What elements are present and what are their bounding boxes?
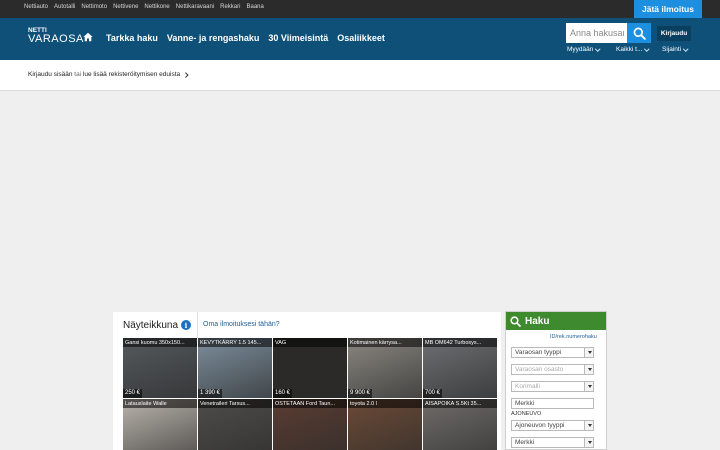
logo-bottom-text: VARAOSA bbox=[28, 33, 84, 45]
showcase-item[interactable]: OSTETAAN Ford Taun... bbox=[273, 399, 347, 450]
post-ad-button[interactable]: Jätä ilmoitus bbox=[634, 0, 702, 18]
network-links: Nettiauto Autotalli Nettimoto Nettivene … bbox=[24, 4, 264, 10]
item-caption: Kotimainen kärrysa... bbox=[348, 338, 422, 347]
filter-all-types[interactable]: Kaikki t... bbox=[616, 46, 650, 53]
network-link-nettiauto[interactable]: Nettiauto bbox=[24, 4, 48, 10]
search-input[interactable] bbox=[566, 23, 628, 43]
network-link-nettikone[interactable]: Nettikone bbox=[144, 4, 169, 10]
chevron-down-icon bbox=[683, 46, 689, 51]
brand-value: Merkki bbox=[515, 400, 535, 407]
network-link-nettikaravaani[interactable]: Nettikaravaani bbox=[176, 4, 214, 10]
showcase-item[interactable]: Latauslaite Walle bbox=[123, 399, 197, 450]
search-panel: Haku ID/rek.numerohaku Varaosan tyyppi V… bbox=[505, 311, 607, 450]
site-header: NETTI VARAOSA Tarkka haku Vanne- ja reng… bbox=[0, 18, 720, 60]
info-icon[interactable]: i bbox=[181, 320, 191, 330]
item-price: 250 € bbox=[123, 389, 143, 398]
nav-part-shops[interactable]: Osaliikkeet bbox=[337, 33, 385, 43]
registration-benefits-link[interactable]: lue lisää rekisteröitymisen eduista bbox=[83, 71, 180, 78]
filter-for-sale[interactable]: Myydään bbox=[567, 46, 601, 53]
vehicle-type-select[interactable]: Ajoneuvon tyyppi bbox=[511, 420, 594, 431]
showcase-item[interactable]: toyota 2.0 l bbox=[348, 399, 422, 450]
home-icon[interactable] bbox=[83, 32, 93, 42]
part-type-value: Varaosan tyyppi bbox=[515, 349, 562, 356]
vehicle-brand-select[interactable]: Merkki bbox=[511, 437, 594, 448]
item-caption: VAG bbox=[273, 338, 347, 347]
login-button[interactable]: Kirjaudu bbox=[657, 26, 691, 41]
network-link-nettivene[interactable]: Nettivene bbox=[113, 4, 138, 10]
site-logo[interactable]: NETTI VARAOSA bbox=[28, 27, 84, 45]
divider bbox=[197, 312, 198, 338]
filter-for-sale-label: Myydään bbox=[567, 46, 594, 53]
network-link-baana[interactable]: Baana bbox=[246, 4, 263, 10]
chevron-down-icon bbox=[584, 421, 593, 430]
item-price: 9 900 € bbox=[348, 389, 373, 398]
item-caption: Venetraileri Tarsus... bbox=[198, 399, 272, 408]
filter-location-label: Sijainti bbox=[662, 46, 682, 53]
item-caption: MB OM642 Turbosys... bbox=[423, 338, 497, 347]
showcase-item[interactable]: VAG 160 € bbox=[273, 338, 347, 398]
login-prompt: Kirjaudu sisään tai lue lisää rekisteröi… bbox=[28, 71, 189, 78]
showcase-item[interactable]: Gansi kuomu 350x150... 250 € bbox=[123, 338, 197, 398]
vehicle-brand-value: Merkki bbox=[515, 439, 535, 446]
showcase-item[interactable]: AISAPOIKA S.5Kt 35... bbox=[423, 399, 497, 450]
showcase-title: Näyteikkuna bbox=[123, 320, 179, 331]
chevron-down-icon bbox=[584, 438, 593, 447]
item-caption: Latauslaite Walle bbox=[123, 399, 197, 408]
nav-wheel-tire-search[interactable]: Vanne- ja rengashaku bbox=[167, 33, 260, 43]
chevron-right-icon bbox=[183, 71, 189, 77]
network-link-nettimoto[interactable]: Nettimoto bbox=[81, 4, 107, 10]
brand-input[interactable]: Merkki bbox=[511, 398, 594, 409]
item-caption: toyota 2.0 l bbox=[348, 399, 422, 408]
chevron-down-icon bbox=[595, 46, 601, 51]
network-link-rekkari[interactable]: Rekkari bbox=[220, 4, 240, 10]
showcase-item[interactable]: KEVYTKÄRRY 1.5 145... 1 390 € bbox=[198, 338, 272, 398]
body-type-value: Korimalli bbox=[515, 383, 540, 390]
part-category-select[interactable]: Varaosan osasto bbox=[511, 364, 594, 375]
login-strip: Kirjaudu sisään tai lue lisää rekisteröi… bbox=[0, 60, 720, 91]
item-price: 160 € bbox=[273, 389, 293, 398]
chevron-down-icon bbox=[584, 348, 593, 357]
network-bar: Nettiauto Autotalli Nettimoto Nettivene … bbox=[0, 0, 720, 18]
filter-location[interactable]: Sijainti bbox=[662, 46, 689, 53]
item-caption: AISAPOIKA S.5Kt 35... bbox=[423, 399, 497, 408]
chevron-down-icon bbox=[584, 382, 593, 391]
vehicle-type-value: Ajoneuvon tyyppi bbox=[515, 422, 565, 429]
network-link-autotalli[interactable]: Autotalli bbox=[54, 4, 75, 10]
vehicle-section-label: AJONEUVO bbox=[511, 411, 542, 417]
own-ad-link[interactable]: Oma ilmoituksesi tähän? bbox=[203, 321, 280, 328]
item-caption: OSTETAAN Ford Taun... bbox=[273, 399, 347, 408]
login-or-text: tai bbox=[74, 71, 82, 78]
item-caption: Gansi kuomu 350x150... bbox=[123, 338, 197, 347]
showcase-item[interactable]: MB OM642 Turbosys... 700 € bbox=[423, 338, 497, 398]
search-panel-title: Haku bbox=[525, 315, 550, 327]
search-icon bbox=[510, 315, 521, 327]
showcase-item[interactable]: Venetraileri Tarsus... bbox=[198, 399, 272, 450]
part-type-select[interactable]: Varaosan tyyppi bbox=[511, 347, 594, 358]
showcase-item[interactable]: Kotimainen kärrysa... 9 900 € bbox=[348, 338, 422, 398]
item-price: 1 390 € bbox=[198, 389, 223, 398]
showcase-panel: Näyteikkuna i Oma ilmoituksesi tähän? Ga… bbox=[113, 312, 501, 450]
nav-latest-30[interactable]: 30 Viimeisintä bbox=[268, 33, 328, 43]
login-link[interactable]: Kirjaudu sisään bbox=[28, 71, 72, 78]
filter-all-types-label: Kaikki t... bbox=[616, 46, 643, 53]
part-category-value: Varaosan osasto bbox=[515, 366, 564, 373]
search-button[interactable] bbox=[627, 23, 651, 43]
chevron-down-icon bbox=[644, 46, 650, 51]
main-nav: Tarkka haku Vanne- ja rengashaku 30 Viim… bbox=[106, 33, 385, 43]
chevron-down-icon bbox=[584, 365, 593, 374]
item-caption: KEVYTKÄRRY 1.5 145... bbox=[198, 338, 272, 347]
search-panel-header: Haku bbox=[506, 312, 606, 330]
id-plate-search-link[interactable]: ID/rek.numerohaku bbox=[550, 334, 597, 340]
body-type-select[interactable]: Korimalli bbox=[511, 381, 594, 392]
item-price: 700 € bbox=[423, 389, 443, 398]
search-icon bbox=[633, 27, 646, 40]
nav-advanced-search[interactable]: Tarkka haku bbox=[106, 33, 158, 43]
